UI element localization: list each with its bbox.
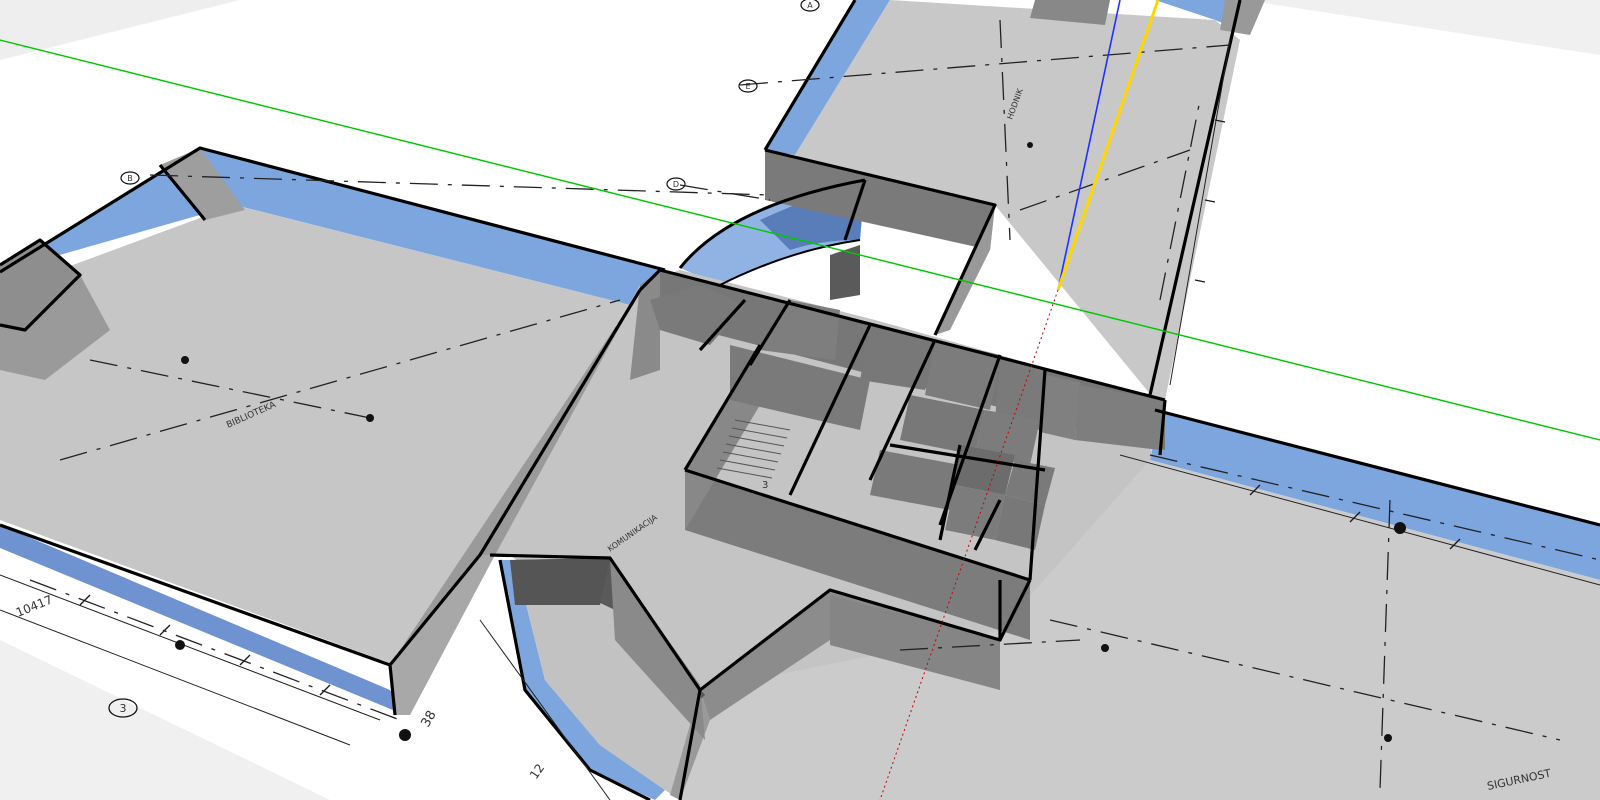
ground-plane-shade-right [1245, 0, 1600, 55]
dimension-label-curve: 12 [527, 761, 547, 782]
grid-bubble-label: 3 [120, 702, 127, 715]
building-3d-model-scene[interactable]: 3 B D E A 10417 38 12 3 BIBLIOTEKA KOMUN… [0, 0, 1600, 800]
grid-bubble-b[interactable]: B [120, 171, 140, 185]
grid-bubble-e[interactable]: E [738, 79, 758, 93]
grid-bubble-label: A [807, 1, 813, 10]
section-tag-label: 3 [762, 480, 768, 491]
grid-bubble-a[interactable]: A [800, 0, 820, 12]
grid-bubble-label: E [745, 82, 750, 91]
ground-plane-shade-bottom-left [0, 640, 330, 800]
dimension-label-bottom: 38 [418, 708, 439, 730]
dimension-label-left: 10417 [14, 592, 55, 619]
ground-plane-shade-top-left [0, 0, 240, 60]
grid-bubble-d[interactable]: D [666, 177, 686, 191]
wall-top-wing-stub-2 [1220, 0, 1265, 35]
3d-model-viewport[interactable]: 3 B D E A 10417 38 12 3 BIBLIOTEKA KOMUN… [0, 0, 1600, 800]
grid-bubble-label: D [673, 180, 679, 189]
grid-bubble-label: B [127, 174, 133, 183]
